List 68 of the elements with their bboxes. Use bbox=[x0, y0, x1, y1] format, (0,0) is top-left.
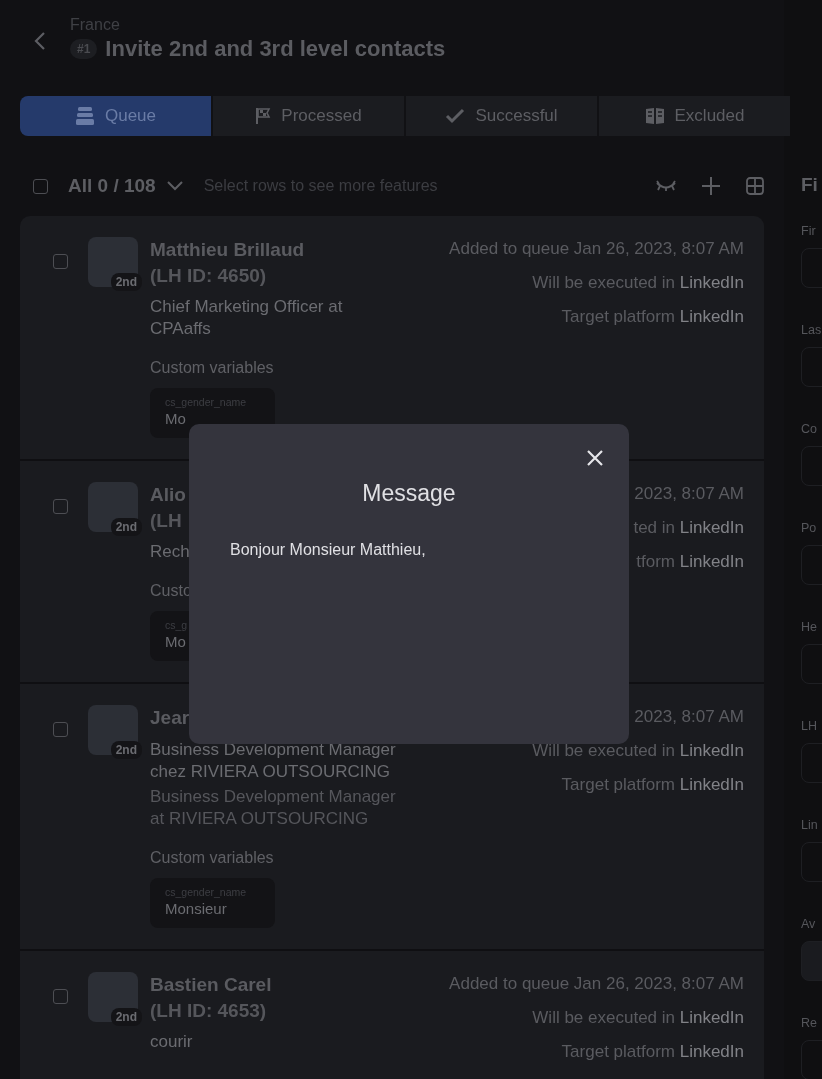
eye-closed-icon[interactable] bbox=[656, 180, 676, 192]
target-platform-text: Target platform LinkedIn bbox=[561, 775, 744, 795]
avatar-photo-placeholder bbox=[88, 972, 138, 1022]
job-title-secondary: Business Development Manager at RIVIERA OUTSOURCING bbox=[150, 786, 397, 830]
row-checkbox[interactable] bbox=[53, 989, 68, 1004]
filter-label: Po bbox=[801, 521, 818, 535]
back-icon[interactable] bbox=[34, 31, 46, 51]
contact-name: Jear bbox=[150, 707, 190, 728]
degree-badge: 2nd bbox=[110, 273, 142, 291]
chevron-down-icon bbox=[165, 181, 184, 191]
filter-label: Av bbox=[801, 917, 817, 931]
tab[interactable]: Excluded bbox=[599, 96, 790, 136]
filters-title: Fi bbox=[801, 174, 819, 197]
executed-in-text: ted in LinkedIn bbox=[633, 518, 744, 538]
target-platform-text: Target platform LinkedIn bbox=[561, 1042, 744, 1062]
avatar-photo-placeholder bbox=[88, 482, 138, 532]
grid-icon[interactable] bbox=[746, 177, 764, 195]
job-title: Business Development Manager chez RIVIERA OUTSOURCING bbox=[150, 739, 397, 783]
added-date: 2023, 8:07 AM bbox=[634, 484, 744, 504]
campaign-title: Invite 2nd and 3rd level contacts bbox=[105, 36, 446, 62]
contact-id: (LH ID: 4653) bbox=[150, 999, 268, 1023]
executed-in-text: Will be executed in LinkedIn bbox=[532, 1008, 744, 1028]
target-platform-text: Target platform LinkedIn bbox=[561, 307, 744, 327]
contact-name: Matthieu Brillaud bbox=[150, 239, 305, 260]
tab[interactable]: Queue bbox=[20, 96, 211, 136]
contact-card[interactable]: 2nd Bastien Carel (LH ID: 4653) courir Added to queue Jan 26, 2023, 8:07 AM Will be executed in LinkedIn Target platform LinkedIn bbox=[20, 951, 764, 1079]
check-icon bbox=[445, 108, 466, 124]
added-date: Added to queue Jan 26, 2023, 8:07 AM bbox=[449, 239, 744, 259]
row-checkbox[interactable] bbox=[53, 254, 68, 269]
contact-name: Alio bbox=[150, 484, 186, 505]
row-checkbox[interactable] bbox=[53, 722, 68, 737]
job-title: courir bbox=[150, 1031, 193, 1053]
target-platform-text: tform LinkedIn bbox=[636, 552, 744, 572]
degree-badge: 2nd bbox=[110, 741, 142, 759]
job-title: Chief Marketing Officer at CPAaffs bbox=[150, 296, 344, 340]
avatar-photo-placeholder bbox=[88, 237, 138, 287]
contact-name: Bastien Carel bbox=[150, 974, 272, 995]
row-checkbox[interactable] bbox=[53, 499, 68, 514]
executed-in-text: Will be executed in LinkedIn bbox=[532, 273, 744, 293]
filter-label: Lin bbox=[801, 818, 819, 832]
contact-id: (LH ID: 4650) bbox=[150, 264, 268, 288]
select-all-checkbox[interactable] bbox=[33, 178, 48, 194]
plus-icon[interactable] bbox=[702, 177, 720, 195]
close-icon[interactable] bbox=[587, 450, 603, 466]
filter-label: Co bbox=[801, 422, 818, 436]
flag-icon bbox=[255, 107, 272, 125]
tab[interactable]: Processed bbox=[213, 96, 404, 136]
executed-in-text: Will be executed in LinkedIn bbox=[532, 741, 744, 761]
avatar-photo-placeholder bbox=[88, 705, 138, 755]
book-icon bbox=[644, 107, 665, 125]
degree-badge: 2nd bbox=[110, 1008, 142, 1026]
filter-label: Re bbox=[801, 1016, 818, 1030]
filter-label: He bbox=[801, 620, 818, 634]
filter-label: Las bbox=[801, 323, 822, 337]
filter-label: LH bbox=[801, 719, 818, 733]
selection-dropdown[interactable]: All 0 / 108 bbox=[68, 175, 184, 197]
dialog-title: Message bbox=[362, 480, 456, 507]
job-title: Rech bbox=[150, 541, 190, 563]
added-date: Added to queue Jan 26, 2023, 8:07 AM bbox=[449, 974, 744, 994]
tab[interactable]: Successful bbox=[406, 96, 597, 136]
message-text: Bonjour Monsieur Matthieu, bbox=[230, 541, 427, 559]
custom-variables-label: Custom variables bbox=[150, 848, 274, 868]
degree-badge: 2nd bbox=[110, 518, 142, 536]
stack-icon bbox=[74, 107, 95, 125]
added-date: 2023, 8:07 AM bbox=[634, 707, 744, 727]
custom-variables-label: Custom variables bbox=[150, 358, 274, 378]
filter-label: Fir bbox=[801, 224, 817, 238]
contact-id: (LH bbox=[150, 509, 183, 533]
